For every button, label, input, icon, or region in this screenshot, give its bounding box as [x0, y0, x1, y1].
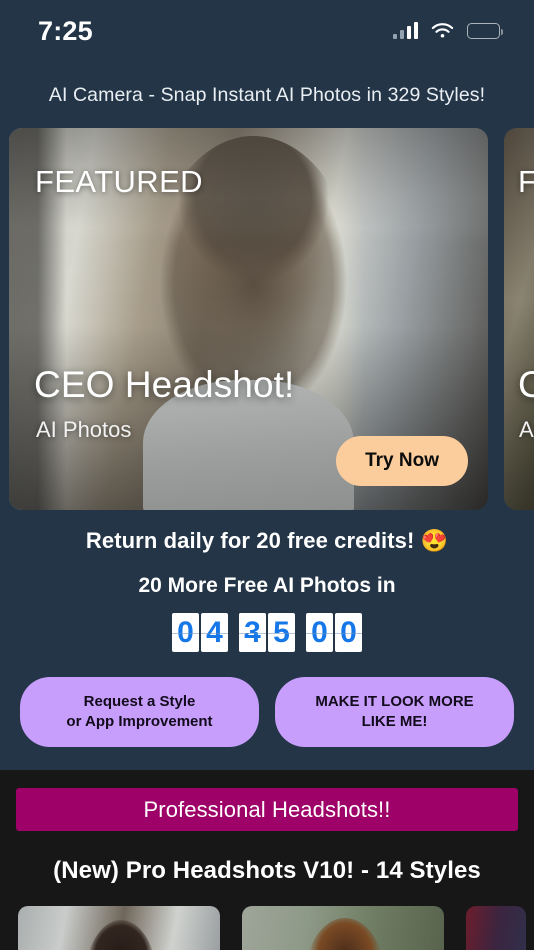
featured-carousel[interactable]: FEATURED CEO Headshot! AI Photos Try Now… [0, 128, 534, 510]
countdown-digit: 4 [201, 613, 228, 652]
countdown-digit: 0 [306, 613, 333, 652]
countdown-seconds: 0 0 [306, 613, 362, 652]
page-title: AI Camera - Snap Instant AI Photos in 32… [48, 84, 486, 106]
countdown-timer: 0 4 3 4 5 0 0 [0, 613, 534, 652]
daily-credits-label: Return daily for 20 free credits! [85, 528, 415, 553]
countdown-hours: 0 4 [172, 613, 228, 652]
action-buttons: Request a Style or App Improvement MAKE … [0, 677, 534, 747]
featured-card-ceo-headshot[interactable]: FEATURED CEO Headshot! AI Photos Try Now [9, 128, 488, 510]
status-bar: 7:25 [0, 0, 534, 62]
app-screen: 7:25 AI Camera - Snap Instant AI Photos … [0, 0, 534, 950]
signal-bars-icon [392, 22, 418, 39]
style-thumbnail[interactable] [466, 906, 526, 950]
daily-credits-text: Return daily for 20 free credits! 😍 [0, 528, 534, 554]
style-thumbnail[interactable] [18, 906, 220, 950]
countdown-digit: 0 [172, 613, 199, 652]
countdown-digit-flip-top: 3 [244, 616, 261, 633]
featured-badge-next: F [518, 164, 534, 199]
request-a-style-button[interactable]: Request a Style or App Improvement [20, 677, 259, 747]
countdown-digit-flipping: 3 4 [239, 613, 266, 652]
featured-card-next-title: C [518, 364, 534, 405]
countdown-minutes: 3 4 5 [239, 613, 295, 652]
style-thumbnail-row[interactable] [0, 885, 534, 950]
section-title-pro-headshots: (New) Pro Headshots V10! - 14 Styles [53, 857, 481, 884]
featured-card-subtitle: AI Photos [36, 417, 132, 442]
countdown-label: 20 More Free AI Photos in [138, 574, 396, 597]
style-thumbnail[interactable] [242, 906, 444, 950]
lower-section: Professional Headshots!! (New) Pro Heads… [0, 770, 534, 950]
battery-low-icon [467, 23, 504, 39]
status-bar-time: 7:25 [38, 15, 93, 46]
featured-card-next[interactable]: F C A [504, 128, 534, 510]
make-it-look-line1: MAKE IT LOOK MORE [315, 693, 474, 710]
countdown-digit: 5 [268, 613, 295, 652]
status-bar-icons [392, 22, 504, 40]
featured-badge: FEATURED [35, 164, 203, 199]
try-now-button[interactable]: Try Now [336, 436, 468, 486]
request-a-style-line1: Request a Style [83, 693, 196, 710]
featured-card-next-subtitle: A [519, 417, 534, 442]
countdown-digit-flip-bottom: 4 [244, 632, 261, 650]
heart-eyes-emoji-icon: 😍 [420, 528, 449, 553]
make-it-look-line2: LIKE ME! [361, 712, 428, 730]
countdown-digit: 0 [335, 613, 362, 652]
featured-card-title: CEO Headshot! [34, 364, 295, 405]
request-a-style-line2: or App Improvement [66, 712, 213, 730]
professional-headshots-banner[interactable]: Professional Headshots!! [16, 788, 518, 831]
wifi-icon [431, 22, 454, 40]
make-it-look-more-like-me-button[interactable]: MAKE IT LOOK MORE LIKE ME! [275, 677, 514, 747]
